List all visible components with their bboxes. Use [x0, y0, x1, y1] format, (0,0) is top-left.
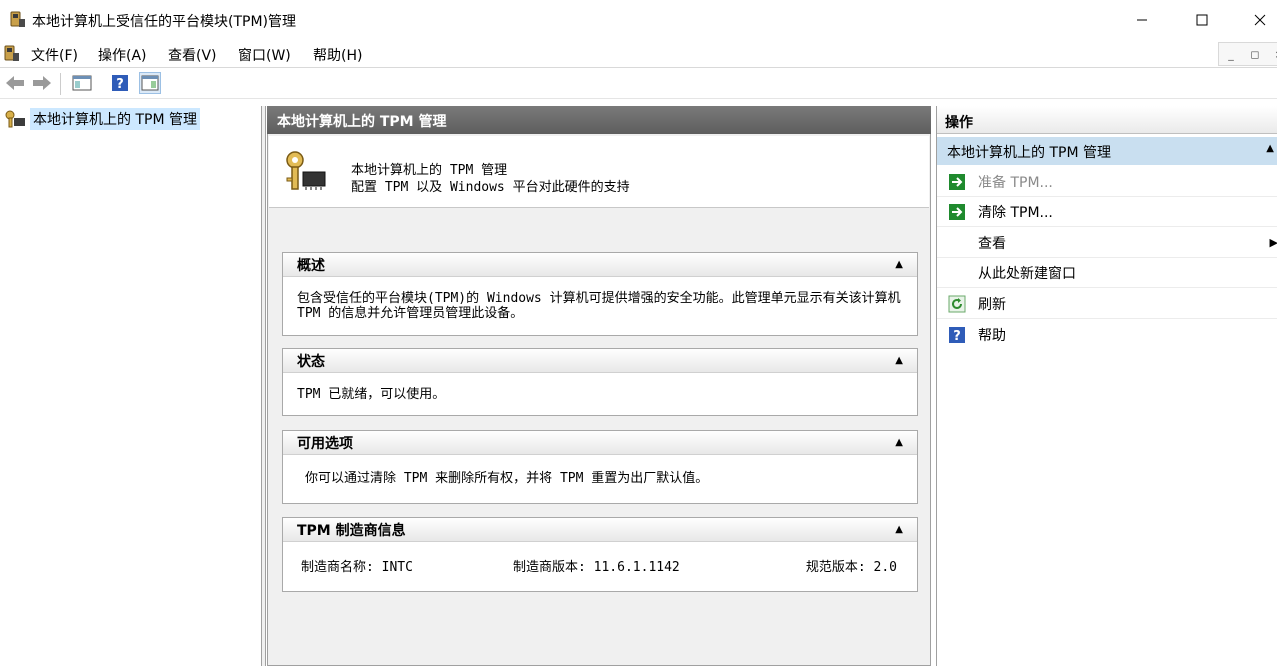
close-icon [1254, 14, 1266, 26]
help-icon: ? [947, 325, 967, 345]
actions-group-label: 本地计算机上的 TPM 管理 [947, 145, 1111, 161]
menu-window[interactable]: 窗口(W) [238, 45, 291, 65]
refresh-icon [947, 294, 967, 314]
help-icon: ? [112, 75, 128, 92]
actions-pane-title: 操作 [937, 106, 1277, 134]
manufacturer-title: TPM 制造商信息 [297, 522, 406, 539]
spec-version: 规范版本: 2.0 [805, 560, 897, 575]
mdi-minimize-icon[interactable]: _ [1219, 43, 1243, 65]
menu-bar: 文件(F) 操作(A) 查看(V) 窗口(W) 帮助(H) _ ◻ × [0, 40, 1277, 68]
action-label: 从此处新建窗口 [978, 265, 1076, 282]
collapse-up-icon[interactable]: ▲ [895, 259, 903, 270]
collapse-up-icon[interactable]: ▲ [895, 355, 903, 366]
show-hide-console-tree-button[interactable] [71, 72, 93, 94]
console-tree: 本地计算机上的 TPM 管理 [0, 106, 262, 666]
tpm-key-large-icon [286, 151, 326, 190]
available-options-section: 可用选项 ▲ 你可以通过清除 TPM 来删除所有权，并将 TPM 重置为出厂默认… [282, 430, 918, 504]
available-options-header[interactable]: 可用选项 ▲ [283, 431, 917, 455]
action-view[interactable]: 查看 ▶ [937, 228, 1277, 258]
minimize-button[interactable] [1113, 0, 1171, 40]
menu-action[interactable]: 操作(A) [98, 45, 147, 65]
status-section-header[interactable]: 状态 ▲ [283, 349, 917, 373]
action-label: 帮助 [978, 328, 1006, 344]
title-bar: 本地计算机上受信任的平台模块(TPM)管理 [0, 0, 1277, 40]
show-hide-action-pane-button[interactable] [139, 72, 161, 94]
pane-splitter[interactable] [262, 106, 266, 666]
overview-section-header[interactable]: 概述 ▲ [283, 253, 917, 277]
overview-text: 包含受信任的平台模块(TPM)的 Windows 计算机可提供增强的安全功能。此… [297, 291, 901, 321]
close-button[interactable] [1231, 0, 1277, 40]
action-prepare-tpm[interactable]: 准备 TPM... [937, 167, 1277, 197]
intro-banner: 本地计算机上的 TPM 管理 配置 TPM 以及 Windows 平台对此硬件的… [269, 136, 929, 208]
tpm-app-icon [10, 11, 25, 27]
actions-pane: 操作 本地计算机上的 TPM 管理 ▲ 准备 TPM... 清除 TPM... … [936, 106, 1277, 666]
action-label: 准备 TPM... [978, 174, 1053, 191]
manufacturer-section-header[interactable]: TPM 制造商信息 ▲ [283, 518, 917, 542]
actions-group-header[interactable]: 本地计算机上的 TPM 管理 ▲ [937, 137, 1277, 165]
maximize-icon [1196, 14, 1208, 26]
collapse-up-icon[interactable]: ▲ [1266, 143, 1274, 154]
action-clear-tpm[interactable]: 清除 TPM... [937, 197, 1277, 227]
forward-button[interactable] [31, 72, 53, 94]
action-label: 刷新 [978, 296, 1006, 313]
mdi-restore-icon[interactable]: ◻ [1243, 43, 1267, 65]
menu-help[interactable]: 帮助(H) [313, 45, 362, 65]
manufacturer-body: 制造商名称: INTC 制造商版本: 11.6.1.1142 规范版本: 2.0 [283, 542, 917, 592]
collapse-up-icon[interactable]: ▲ [895, 524, 903, 535]
action-pane-icon [141, 75, 159, 91]
overview-title: 概述 [297, 257, 325, 274]
action-refresh[interactable]: 刷新 [937, 289, 1277, 319]
svg-text:?: ? [953, 329, 961, 344]
available-options-text: 你可以通过清除 TPM 来删除所有权，并将 TPM 重置为出厂默认值。 [305, 471, 709, 486]
mdi-close-icon[interactable]: × [1267, 43, 1277, 65]
back-button[interactable] [4, 72, 26, 94]
action-label: 查看 [978, 235, 1006, 252]
status-title: 状态 [297, 353, 325, 370]
maximize-button[interactable] [1173, 0, 1231, 40]
overview-section: 概述 ▲ 包含受信任的平台模块(TPM)的 Windows 计算机可提供增强的安… [282, 252, 918, 336]
intro-description: 配置 TPM 以及 Windows 平台对此硬件的支持 [351, 180, 630, 195]
tree-item-tpm-management[interactable]: 本地计算机上的 TPM 管理 [4, 108, 200, 130]
toolbar-separator [60, 73, 61, 95]
tree-item-label: 本地计算机上的 TPM 管理 [30, 108, 200, 130]
action-new-window[interactable]: 从此处新建窗口 [937, 258, 1277, 288]
result-pane-title: 本地计算机上的 TPM 管理 [267, 106, 931, 134]
mdi-window-controls: _ ◻ × [1218, 42, 1277, 66]
menu-view[interactable]: 查看(V) [168, 45, 217, 65]
toolbar: ? [0, 69, 1277, 99]
collapse-up-icon[interactable]: ▲ [895, 437, 903, 448]
status-section: 状态 ▲ TPM 已就绪，可以使用。 [282, 348, 918, 416]
submenu-arrow-icon: ▶ [1269, 236, 1277, 249]
action-help[interactable]: ? 帮助 [937, 320, 1277, 350]
available-options-title: 可用选项 [297, 435, 353, 452]
menu-file[interactable]: 文件(F) [31, 45, 78, 65]
action-label: 清除 TPM... [978, 204, 1053, 221]
manufacturer-name: 制造商名称: INTC [301, 560, 413, 575]
result-pane: 本地计算机上的 TPM 管理 本地计算机上的 TPM 管理 配置 TPM 以及 … [267, 106, 931, 666]
forward-arrow-icon [33, 76, 51, 90]
window-title: 本地计算机上受信任的平台模块(TPM)管理 [32, 14, 296, 30]
tpm-key-icon [5, 110, 25, 128]
svg-text:?: ? [116, 77, 124, 92]
minimize-icon [1137, 19, 1147, 21]
green-arrow-icon [947, 202, 967, 222]
green-arrow-icon [947, 172, 967, 192]
status-text: TPM 已就绪，可以使用。 [297, 387, 446, 402]
document-menu-icon[interactable] [2, 44, 20, 64]
back-arrow-icon [6, 76, 24, 90]
help-toolbar-button[interactable]: ? [109, 72, 131, 94]
manufacturer-version: 制造商版本: 11.6.1.1142 [513, 560, 680, 575]
console-tree-icon [72, 75, 92, 91]
manufacturer-section: TPM 制造商信息 ▲ 制造商名称: INTC 制造商版本: 11.6.1.11… [282, 517, 918, 592]
result-pane-body: 本地计算机上的 TPM 管理 配置 TPM 以及 Windows 平台对此硬件的… [267, 134, 931, 666]
